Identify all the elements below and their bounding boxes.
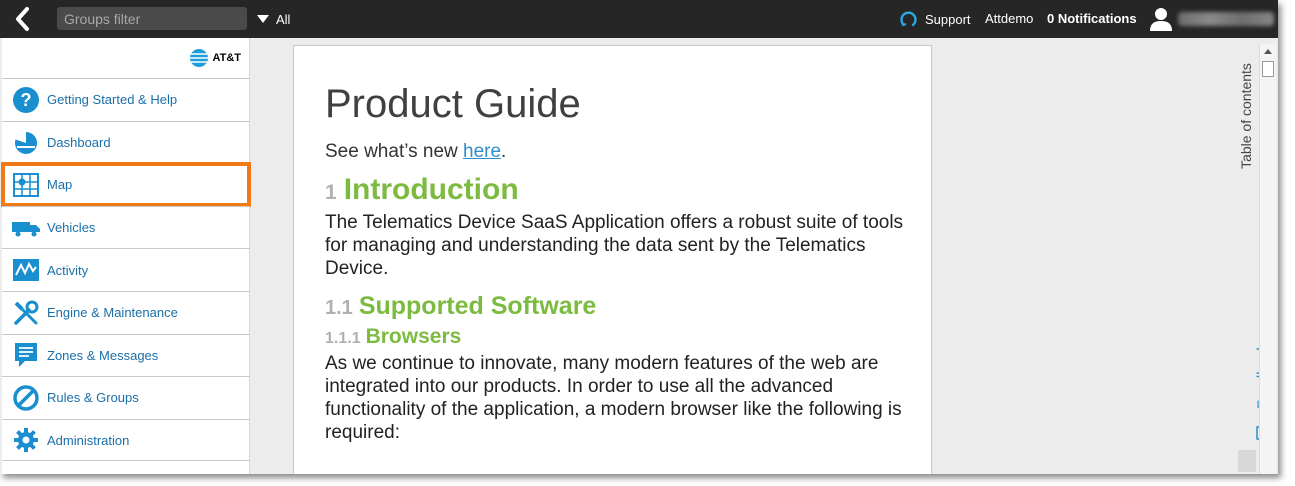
- whats-new-period: .: [501, 141, 507, 162]
- sidebar-item-getting-started[interactable]: ? Getting Started & Help: [2, 78, 250, 121]
- sidebar-item-vehicles[interactable]: Vehicles: [2, 205, 250, 249]
- pie-chart-icon: [12, 128, 40, 156]
- support-link[interactable]: Support: [899, 8, 971, 30]
- map-icon: [12, 171, 40, 199]
- section-title: Introduction: [343, 173, 519, 206]
- section-number: 1.1.1: [325, 330, 361, 347]
- section-heading-supported-software: 1.1 Supported Software: [325, 291, 905, 323]
- whats-new-line: See what’s new here.: [325, 141, 905, 163]
- page-title: Product Guide: [325, 82, 581, 126]
- sidebar-item-zones-messages[interactable]: Zones & Messages: [2, 333, 250, 377]
- att-globe-icon: [190, 49, 209, 67]
- sidebar-item-label: Map: [47, 177, 73, 193]
- section-number: 1: [325, 181, 337, 204]
- sidebar-item-administration[interactable]: Administration: [2, 418, 250, 462]
- tools-icon: [12, 299, 40, 327]
- table-of-contents-label: Table of contents: [1238, 63, 1254, 169]
- support-icon: [900, 11, 917, 27]
- redacted-account-name: [1178, 12, 1274, 26]
- sidebar-item-dashboard[interactable]: Dashboard: [2, 120, 250, 164]
- sidebar-item-engine-maintenance[interactable]: Engine & Maintenance: [2, 290, 250, 334]
- whats-new-text: See what’s new: [325, 141, 464, 162]
- back-arrow-icon[interactable]: [10, 6, 36, 32]
- scrollbar-thumb[interactable]: [1262, 61, 1274, 77]
- app-window: All Support Attdemo 0 Notifications AT&T: [0, 0, 1278, 474]
- caret-down-icon: [257, 15, 269, 23]
- document-content: Product Guide See what’s new here. 1 Intr…: [325, 80, 905, 444]
- scroll-up-arrow-icon[interactable]: [1264, 49, 1272, 54]
- section-title: Browsers: [365, 325, 462, 348]
- user-name[interactable]: Attdemo: [985, 11, 1033, 26]
- svg-text:?: ?: [21, 90, 32, 110]
- activity-chart-icon: [12, 256, 40, 284]
- section-number: 1.1: [325, 297, 353, 319]
- vertical-scrollbar[interactable]: [1259, 44, 1276, 474]
- help-icon: ?: [12, 86, 40, 114]
- user-avatar-icon[interactable]: [1149, 6, 1173, 32]
- sidebar-item-map[interactable]: Map: [1, 162, 251, 207]
- sidebar-item-label: Rules & Groups: [47, 390, 139, 406]
- sidebar-item-label: Activity: [47, 262, 89, 278]
- sidebar-item-label: Getting Started & Help: [47, 92, 178, 108]
- sidebar-item-label: Dashboard: [47, 134, 111, 150]
- product-guide-document: Product Guide See what’s new here. 1 Intr…: [293, 45, 932, 474]
- intro-paragraph: The Telematics Device SaaS Application o…: [325, 212, 904, 279]
- sidebar-item-rules-groups[interactable]: Rules & Groups: [2, 376, 250, 419]
- sidebar-item-label: Zones & Messages: [47, 347, 159, 363]
- truck-icon: [12, 214, 40, 242]
- section-title: Supported Software: [358, 292, 597, 320]
- top-bar: All Support Attdemo 0 Notifications: [0, 0, 1278, 38]
- groups-scope-dropdown[interactable]: All: [257, 10, 290, 28]
- section-heading-introduction: 1 Introduction: [325, 172, 905, 211]
- table-of-contents-tab[interactable]: Table of contents: [1236, 50, 1256, 182]
- sidebar: AT&T ? Getting Started & Help Dashboard …: [1, 38, 251, 474]
- groups-filter-input[interactable]: [57, 7, 247, 30]
- resize-grip[interactable]: [1238, 450, 1256, 472]
- brand-logo: AT&T: [189, 48, 241, 68]
- notifications-link[interactable]: 0 Notifications: [1047, 11, 1137, 26]
- support-label: Support: [925, 11, 971, 27]
- no-entry-icon: [12, 384, 40, 412]
- browsers-paragraph: As we continue to innovate, many modern …: [325, 353, 902, 443]
- sidebar-item-label: Engine & Maintenance: [47, 305, 178, 321]
- message-icon: [12, 341, 40, 369]
- gear-icon: [12, 426, 40, 454]
- section-heading-browsers: 1.1.1 Browsers: [325, 324, 905, 352]
- sidebar-nav: ? Getting Started & Help Dashboard Map V…: [1, 78, 251, 462]
- sidebar-item-label: Vehicles: [47, 220, 96, 236]
- sidebar-item-label: Administration: [47, 432, 130, 448]
- sidebar-item-activity[interactable]: Activity: [2, 248, 250, 291]
- whats-new-link[interactable]: here: [463, 141, 501, 162]
- brand-name: AT&T: [212, 52, 241, 64]
- groups-scope-value: All: [276, 11, 291, 27]
